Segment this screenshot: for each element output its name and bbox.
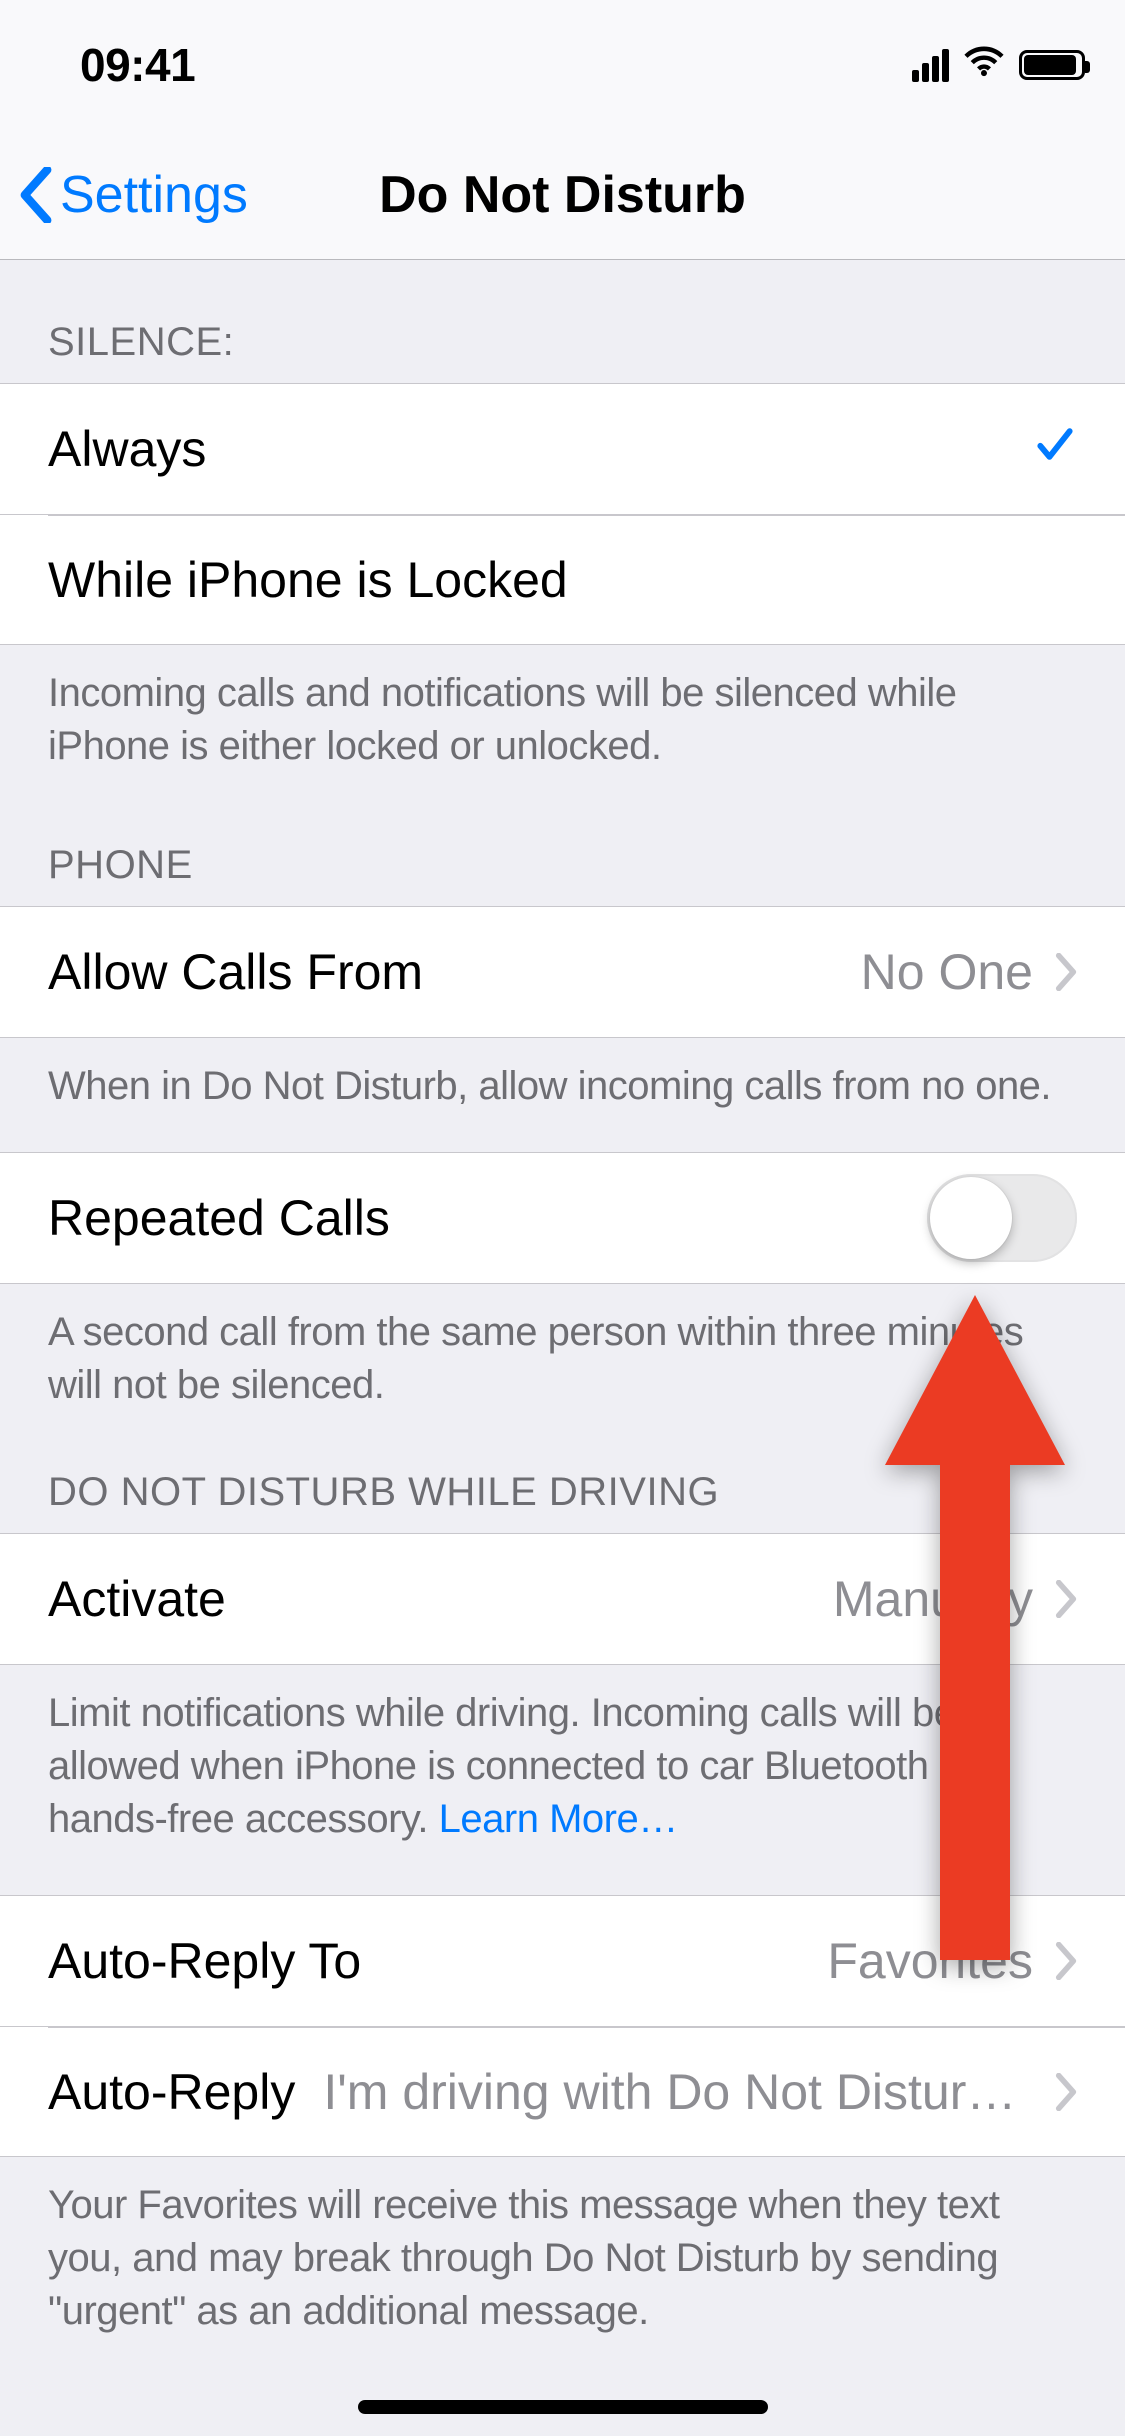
chevron-right-icon (1055, 2073, 1077, 2111)
learn-more-link[interactable]: Learn More… (439, 1797, 678, 1841)
content: SILENCE: Always While iPhone is Locked I… (0, 260, 1125, 2348)
section-header-silence: SILENCE: (0, 260, 1125, 383)
section-footer-repeated-calls: A second call from the same person withi… (0, 1284, 1125, 1422)
chevron-right-icon (1055, 1580, 1077, 1618)
cell-label: Repeated Calls (48, 1189, 390, 1247)
back-label: Settings (60, 165, 248, 225)
section-header-driving: DO NOT DISTURB WHILE DRIVING (0, 1422, 1125, 1533)
auto-reply-group: Auto-Reply To Favorites Auto-Reply I'm d… (0, 1895, 1125, 2157)
status-icons (912, 42, 1085, 89)
auto-reply-row[interactable]: Auto-Reply I'm driving with Do Not Distu… (0, 2026, 1125, 2156)
cell-value: No One (861, 943, 1033, 1001)
checkmark-icon (1033, 420, 1077, 478)
cell-label: Auto-Reply To (48, 1932, 361, 1990)
silence-option-always[interactable]: Always (0, 384, 1125, 514)
chevron-left-icon (18, 167, 54, 223)
cell-label: Auto-Reply (48, 2063, 295, 2121)
section-footer-allow-calls: When in Do Not Disturb, allow incoming c… (0, 1038, 1125, 1123)
auto-reply-to-row[interactable]: Auto-Reply To Favorites (0, 1896, 1125, 2026)
driving-activate-group: Activate Manually (0, 1533, 1125, 1665)
back-button[interactable]: Settings (0, 165, 248, 225)
allow-calls-from-row[interactable]: Allow Calls From No One (0, 907, 1125, 1037)
battery-icon (1019, 50, 1085, 80)
activate-row[interactable]: Activate Manually (0, 1534, 1125, 1664)
status-bar: 09:41 (0, 0, 1125, 130)
cell-label: Allow Calls From (48, 943, 423, 1001)
repeated-calls-group: Repeated Calls (0, 1152, 1125, 1284)
section-header-phone: PHONE (0, 783, 1125, 906)
section-footer-silence: Incoming calls and notifications will be… (0, 645, 1125, 783)
silence-option-while-locked[interactable]: While iPhone is Locked (0, 514, 1125, 644)
nav-bar: Settings Do Not Disturb (0, 130, 1125, 260)
page-title: Do Not Disturb (379, 165, 746, 225)
cell-value: Favorites (827, 1932, 1033, 1990)
cell-label: While iPhone is Locked (48, 551, 568, 609)
section-footer-activate: Limit notifications while driving. Incom… (0, 1665, 1125, 1855)
cellular-icon (912, 49, 949, 82)
status-time: 09:41 (80, 38, 195, 92)
section-footer-auto-reply: Your Favorites will receive this message… (0, 2157, 1125, 2347)
chevron-right-icon (1055, 953, 1077, 991)
repeated-calls-toggle[interactable] (927, 1174, 1077, 1262)
cell-label: Always (48, 420, 206, 478)
cell-value: I'm driving with Do Not Disturb Whil… (323, 2063, 1033, 2121)
chevron-right-icon (1055, 1942, 1077, 1980)
silence-group: Always While iPhone is Locked (0, 383, 1125, 645)
allow-calls-group: Allow Calls From No One (0, 906, 1125, 1038)
cell-label: Activate (48, 1570, 226, 1628)
home-indicator (358, 2400, 768, 2414)
repeated-calls-row[interactable]: Repeated Calls (0, 1153, 1125, 1283)
cell-value: Manually (833, 1570, 1033, 1628)
wifi-icon (963, 42, 1005, 89)
